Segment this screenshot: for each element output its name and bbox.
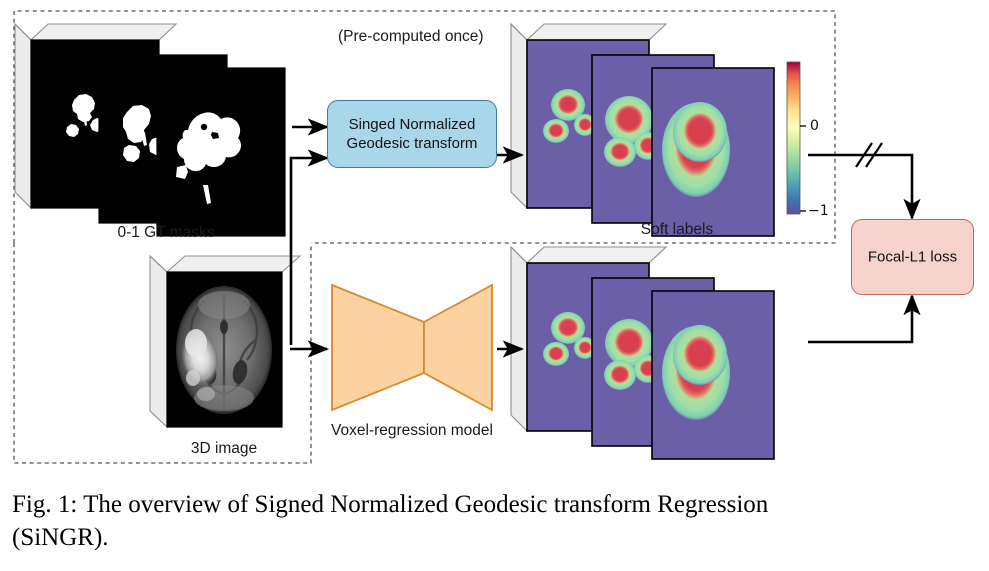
transform-label-line1: Singed Normalized bbox=[348, 115, 476, 133]
arrow-image-to-transform bbox=[289, 149, 330, 345]
diagram-canvas bbox=[13, 10, 921, 464]
focal-l1-loss-box[interactable]: Focal-L1 loss bbox=[851, 219, 974, 295]
gt-mask-stack bbox=[14, 22, 286, 237]
signed-normalized-geodesic-transform-box[interactable]: Singed Normalized Geodesic transform bbox=[327, 100, 497, 168]
input-image-slab bbox=[149, 254, 302, 429]
gt-masks-label: 0-1 GT masks bbox=[117, 224, 215, 241]
figure-caption: Fig. 1: The overview of Signed Normalize… bbox=[12, 489, 980, 554]
voxel-regression-model-shape bbox=[331, 283, 493, 412]
caption-line-1: Fig. 1: The overview of Signed Normalize… bbox=[12, 491, 769, 518]
brain-mri-slice bbox=[176, 286, 272, 414]
loss-box-label: Focal-L1 loss bbox=[867, 248, 958, 266]
transform-box-label: Singed Normalized Geodesic transform bbox=[328, 115, 496, 153]
colorbar-tick-top: 0 bbox=[810, 118, 819, 134]
arrow-predictions-to-loss bbox=[808, 293, 921, 344]
caption-line-2: (SiNGR). bbox=[12, 523, 109, 551]
colorbar-tick-bottom: −1 bbox=[808, 203, 829, 219]
colorbar bbox=[786, 61, 806, 215]
input-image-label: 3D image bbox=[190, 440, 258, 457]
soft-label-stack bbox=[510, 22, 775, 237]
precomputed-note: (Pre-computed once) bbox=[338, 28, 484, 45]
soft-labels-label: Soft labels bbox=[640, 221, 714, 238]
transform-label-line2: Geodesic transform bbox=[346, 135, 478, 152]
figure-root: Singed Normalized Geodesic transform Foc… bbox=[0, 0, 989, 571]
model-label: Voxel-regression model bbox=[331, 422, 493, 439]
prediction-stack bbox=[510, 245, 775, 460]
